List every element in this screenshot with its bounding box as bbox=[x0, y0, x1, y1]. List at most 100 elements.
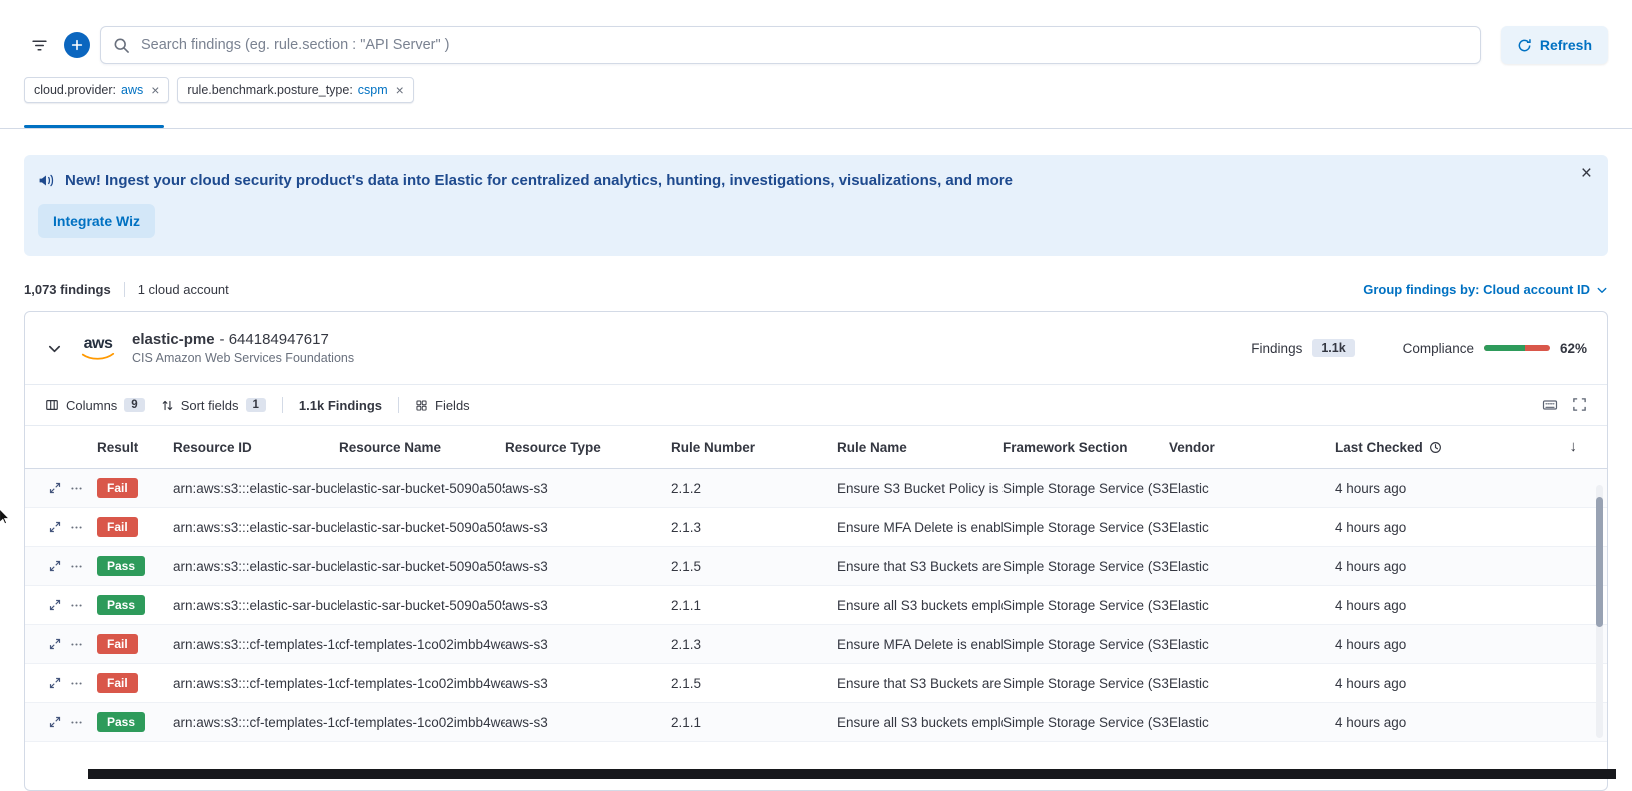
columns-count-badge: 9 bbox=[124, 398, 144, 412]
rule-number-cell: 2.1.5 bbox=[671, 676, 837, 691]
header-result[interactable]: Result bbox=[97, 440, 173, 455]
framework-section-cell: Simple Storage Service (S3) bbox=[1003, 481, 1169, 496]
table-row[interactable]: Fail arn:aws:s3:::elastic-sar-buck elast… bbox=[25, 508, 1607, 547]
expand-icon bbox=[49, 521, 61, 533]
rule-number-cell: 2.1.2 bbox=[671, 481, 837, 496]
filter-pill-posture-type[interactable]: rule.benchmark.posture_type: cspm × bbox=[177, 77, 413, 103]
rule-number-cell: 2.1.1 bbox=[671, 598, 837, 613]
more-actions-icon bbox=[70, 638, 83, 651]
fields-button[interactable]: Fields bbox=[415, 398, 470, 413]
banner-close-button[interactable]: × bbox=[1575, 163, 1598, 184]
expand-finding-button[interactable] bbox=[49, 560, 61, 572]
refresh-label: Refresh bbox=[1540, 37, 1592, 53]
header-vendor[interactable]: Vendor bbox=[1169, 440, 1335, 455]
add-filter-button[interactable] bbox=[64, 32, 90, 58]
row-actions-button[interactable] bbox=[70, 677, 83, 690]
applied-filters: cloud.provider: aws × rule.benchmark.pos… bbox=[0, 64, 1632, 103]
last-checked-cell: 4 hours ago bbox=[1335, 598, 1583, 613]
header-rule-number[interactable]: Rule Number bbox=[671, 440, 837, 455]
account-header: aws elastic-pme - 644184947617 CIS Amazo… bbox=[25, 312, 1607, 384]
expand-finding-button[interactable] bbox=[49, 638, 61, 650]
integrate-wiz-button[interactable]: Integrate Wiz bbox=[38, 204, 155, 238]
table-row[interactable]: Fail arn:aws:s3:::cf-templates-1c cf-tem… bbox=[25, 625, 1607, 664]
sort-direction-icon[interactable]: ↓ bbox=[1570, 438, 1578, 455]
expand-icon bbox=[49, 638, 61, 650]
last-checked-cell: 4 hours ago bbox=[1335, 637, 1583, 652]
header-last-checked[interactable]: Last Checked bbox=[1335, 440, 1583, 455]
table-row[interactable]: Pass arn:aws:s3:::elastic-sar-buck elast… bbox=[25, 547, 1607, 586]
banner-message: New! Ingest your cloud security product'… bbox=[65, 172, 1013, 189]
last-checked-cell: 4 hours ago bbox=[1335, 559, 1583, 574]
filter-value: aws bbox=[121, 83, 143, 97]
fullscreen-button[interactable] bbox=[1572, 397, 1587, 413]
fullscreen-icon bbox=[1572, 397, 1587, 412]
search-input[interactable] bbox=[139, 36, 1468, 54]
sort-fields-button[interactable]: Sort fields 1 bbox=[161, 398, 266, 413]
cloud-security-findings-page: Refresh cloud.provider: aws × rule.bench… bbox=[0, 0, 1632, 791]
last-checked-cell: 4 hours ago bbox=[1335, 676, 1583, 691]
row-actions-button[interactable] bbox=[70, 716, 83, 729]
expand-finding-button[interactable] bbox=[49, 716, 61, 728]
framework-section-cell: Simple Storage Service (S3) bbox=[1003, 559, 1169, 574]
header-resource-name[interactable]: Resource Name bbox=[339, 440, 505, 455]
filter-menu-button[interactable] bbox=[24, 30, 54, 60]
megaphone-icon bbox=[38, 172, 55, 189]
result-badge: Pass bbox=[97, 556, 145, 576]
fields-label: Fields bbox=[435, 398, 470, 413]
framework-section-cell: Simple Storage Service (S3) bbox=[1003, 520, 1169, 535]
toolbar-right-icons bbox=[1542, 397, 1587, 413]
row-actions-button[interactable] bbox=[70, 638, 83, 651]
table-scrollbar-thumb[interactable] bbox=[1596, 497, 1603, 627]
active-tab-indicator[interactable] bbox=[24, 125, 164, 128]
vendor-cell: Elastic bbox=[1169, 598, 1335, 613]
aws-logo: aws bbox=[77, 336, 119, 361]
mouse-cursor bbox=[0, 508, 14, 526]
refresh-button[interactable]: Refresh bbox=[1501, 26, 1608, 64]
table-row[interactable]: Fail arn:aws:s3:::elastic-sar-buck elast… bbox=[25, 469, 1607, 508]
remove-filter-icon[interactable]: × bbox=[396, 83, 404, 97]
cloud-account-card: aws elastic-pme - 644184947617 CIS Amazo… bbox=[24, 311, 1608, 791]
table-row[interactable]: Fail arn:aws:s3:::cf-templates-1c cf-tem… bbox=[25, 664, 1607, 703]
filter-icon bbox=[31, 37, 48, 54]
resource-id-cell: arn:aws:s3:::cf-templates-1c bbox=[173, 637, 339, 652]
row-actions-button[interactable] bbox=[70, 560, 83, 573]
remove-filter-icon[interactable]: × bbox=[151, 83, 159, 97]
expand-finding-button[interactable] bbox=[49, 677, 61, 689]
row-actions-button[interactable] bbox=[70, 599, 83, 612]
keyboard-shortcuts-button[interactable] bbox=[1542, 397, 1558, 413]
vendor-cell: Elastic bbox=[1169, 520, 1335, 535]
group-findings-by-button[interactable]: Group findings by: Cloud account ID bbox=[1363, 282, 1608, 297]
resource-id-cell: arn:aws:s3:::cf-templates-1c bbox=[173, 676, 339, 691]
table-row[interactable]: Pass arn:aws:s3:::cf-templates-1c cf-tem… bbox=[25, 703, 1607, 742]
expand-finding-button[interactable] bbox=[49, 599, 61, 611]
more-actions-icon bbox=[70, 599, 83, 612]
table-row[interactable]: Pass arn:aws:s3:::elastic-sar-buck elast… bbox=[25, 586, 1607, 625]
account-id: - 644184947617 bbox=[220, 331, 329, 348]
row-actions-button[interactable] bbox=[70, 482, 83, 495]
row-actions-button[interactable] bbox=[70, 521, 83, 534]
columns-icon bbox=[45, 398, 59, 412]
resource-id-cell: arn:aws:s3:::elastic-sar-buck bbox=[173, 598, 339, 613]
header-resource-type[interactable]: Resource Type bbox=[505, 440, 671, 455]
accordion-toggle-button[interactable] bbox=[45, 339, 64, 358]
table-findings-count: 1.1k Findings bbox=[299, 398, 382, 413]
result-badge: Fail bbox=[97, 478, 138, 498]
more-actions-icon bbox=[70, 521, 83, 534]
expand-finding-button[interactable] bbox=[49, 482, 61, 494]
filter-field: rule.benchmark.posture_type: bbox=[187, 83, 352, 97]
search-icon bbox=[113, 37, 130, 54]
resource-name-cell: elastic-sar-bucket-5090a505 bbox=[339, 559, 505, 574]
findings-metric-label: Findings bbox=[1251, 341, 1302, 356]
vendor-cell: Elastic bbox=[1169, 676, 1335, 691]
header-rule-name[interactable]: Rule Name bbox=[837, 440, 1003, 455]
columns-label: Columns bbox=[66, 398, 117, 413]
rule-name-cell: Ensure all S3 buckets employ bbox=[837, 715, 1003, 730]
columns-button[interactable]: Columns 9 bbox=[45, 398, 145, 413]
stats-divider bbox=[124, 282, 125, 297]
header-framework-section[interactable]: Framework Section bbox=[1003, 440, 1169, 455]
resource-id-cell: arn:aws:s3:::cf-templates-1c bbox=[173, 715, 339, 730]
expand-finding-button[interactable] bbox=[49, 521, 61, 533]
filter-pill-cloud-provider[interactable]: cloud.provider: aws × bbox=[24, 77, 169, 103]
resource-type-cell: aws-s3 bbox=[505, 715, 671, 730]
header-resource-id[interactable]: Resource ID bbox=[173, 440, 339, 455]
